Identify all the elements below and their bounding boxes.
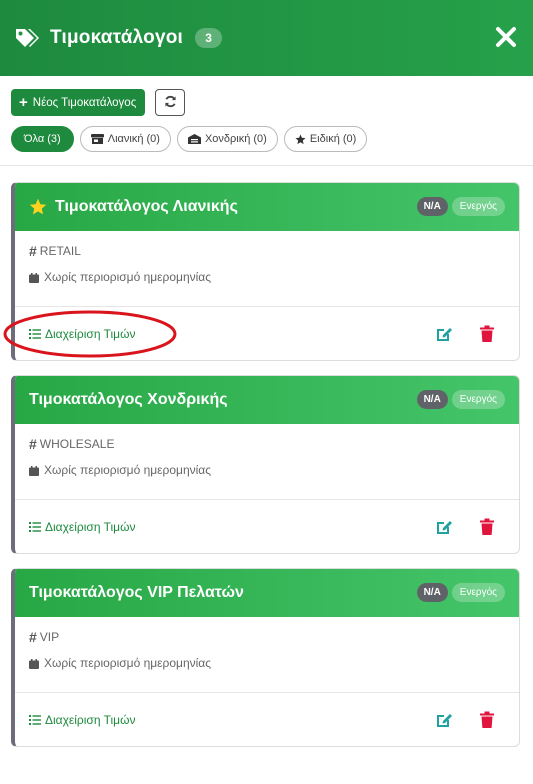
refresh-icon [164,95,177,111]
card-title: Τιμοκατάλογος Χονδρικής [29,391,228,408]
store-icon [90,134,104,144]
filter-special[interactable]: Ειδική (0) [283,126,368,152]
new-price-list-button[interactable]: + Νέος Τιμοκατάλογος [11,89,146,116]
star-icon [295,133,306,145]
status-badge: Ενεργός [451,197,505,216]
panel-title: Τιμοκατάλογοι [50,27,184,48]
edit-icon[interactable] [435,325,453,343]
filter-wholesale-label: Χονδρική (0) [204,133,267,145]
filter-all[interactable]: Όλα (3) [11,126,74,152]
edit-icon[interactable] [435,711,453,729]
manage-prices-link[interactable]: Διαχείριση Τιμών [29,520,135,534]
card-footer: Διαχείριση Τιμών [15,693,519,746]
divider [0,165,533,166]
card-title: Τιμοκατάλογος Λιανικής [55,198,238,215]
plus-icon: + [19,94,28,111]
list-icon [29,714,41,725]
date-range-text: Χωρίς περιορισμό ημερομηνίας [44,270,212,284]
filter-pills: Όλα (3) Λιανική (0) Χονδρική (0) Ειδική … [11,126,373,152]
price-list-code: WHOLESALE [39,437,115,451]
na-badge: N/A [416,197,448,216]
manage-prices-link[interactable]: Διαχείριση Τιμών [29,713,135,727]
manage-prices-label: Διαχείριση Τιμών [45,712,136,727]
manage-prices-label: Διαχείριση Τιμών [45,326,136,341]
card-body: # RETAIL Χωρίς περιορισμό ημερομηνίας [15,231,519,307]
na-badge: N/A [416,583,448,602]
filter-retail[interactable]: Λιανική (0) [79,126,171,152]
filter-special-label: Ειδική (0) [309,133,357,145]
hash-icon: # [29,436,37,452]
trash-icon[interactable] [479,711,495,729]
trash-icon[interactable] [479,518,495,536]
toolbar: + Νέος Τιμοκατάλογος [11,89,186,116]
tags-icon [14,26,40,50]
list-icon [29,328,41,339]
price-list-card: Τιμοκατάλογος Χονδρικής N/A Ενεργός # WHO… [11,375,520,554]
card-footer: Διαχείριση Τιμών [15,307,519,360]
count-badge: 3 [195,28,223,48]
calendar-icon [29,272,39,283]
edit-icon[interactable] [435,518,453,536]
date-range-text: Χωρίς περιορισμό ημερομηνίας [44,463,212,477]
card-body: # WHOLESALE Χωρίς περιορισμό ημερομηνίας [15,424,519,500]
card-body: # VIP Χωρίς περιορισμό ημερομηνίας [15,617,519,693]
card-header: Τιμοκατάλογος VIP Πελατών N/A Ενεργός [15,569,519,617]
calendar-icon [29,658,39,669]
status-badge: Ενεργός [451,390,505,409]
date-range-text: Χωρίς περιορισμό ημερομηνίας [44,656,212,670]
price-list-code: RETAIL [39,244,81,258]
manage-prices-link[interactable]: Διαχείριση Τιμών [29,327,135,341]
list-icon [29,521,41,532]
card-footer: Διαχείριση Τιμών [15,500,519,553]
manage-prices-label: Διαχείριση Τιμών [45,519,136,534]
card-header: Τιμοκατάλογος Χονδρικής N/A Ενεργός [15,376,519,424]
star-icon [29,198,47,216]
hash-icon: # [29,629,37,645]
card-header: Τιμοκατάλογος Λιανικής N/A Ενεργός [15,183,519,231]
price-list-code: VIP [39,630,60,644]
new-price-list-label: Νέος Τιμοκατάλογος [32,96,137,109]
filter-all-label: Όλα (3) [24,133,61,145]
na-badge: N/A [416,390,448,409]
price-list-card: Τιμοκατάλογος VIP Πελατών N/A Ενεργός # V… [11,568,520,747]
trash-icon[interactable] [479,325,495,343]
panel-header: Τιμοκατάλογοι 3 [0,0,533,76]
hash-icon: # [29,243,37,259]
close-icon[interactable] [495,26,517,48]
status-badge: Ενεργός [451,583,505,602]
price-list-card: Τιμοκατάλογος Λιανικής N/A Ενεργός # RETA… [11,182,520,361]
refresh-button[interactable] [155,89,186,116]
calendar-icon [29,465,39,476]
filter-retail-label: Λιανική (0) [107,133,160,145]
card-title: Τιμοκατάλογος VIP Πελατών [29,584,244,601]
filter-wholesale[interactable]: Χονδρική (0) [176,126,278,152]
warehouse-icon [187,134,201,144]
